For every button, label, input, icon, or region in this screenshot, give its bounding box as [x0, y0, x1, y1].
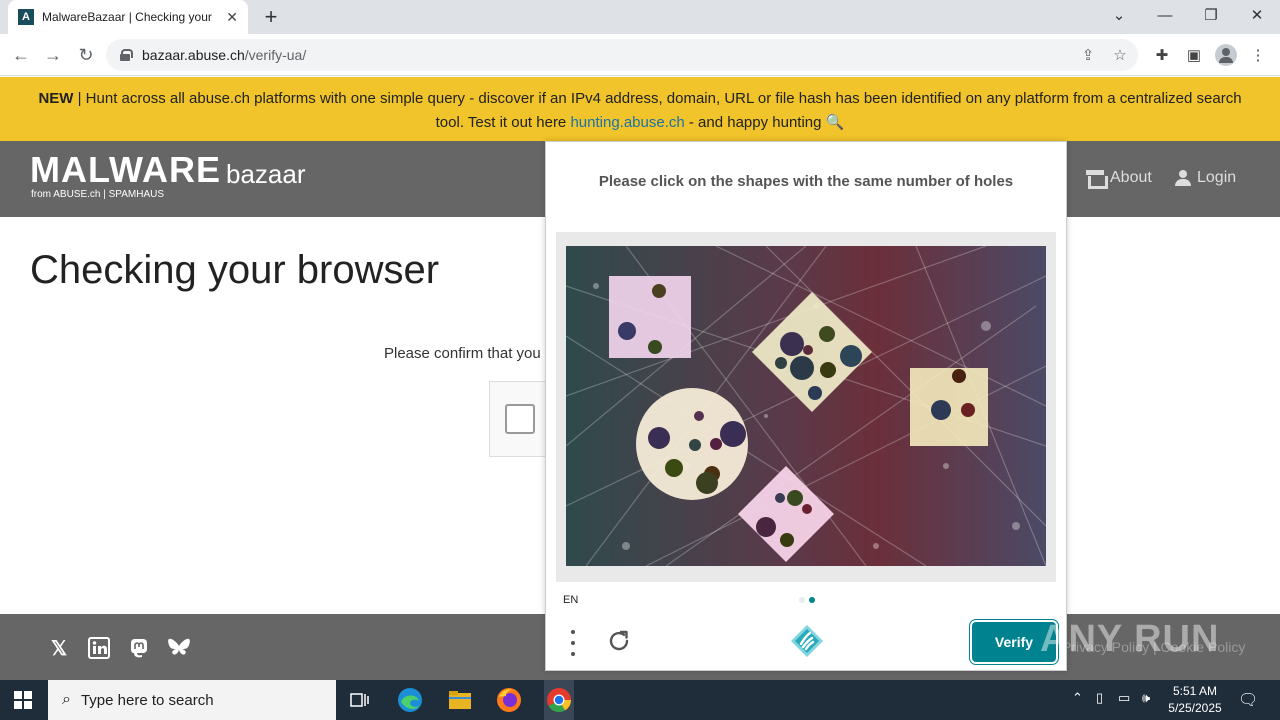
chrome-menu-icon[interactable]: ⋮ [1247, 44, 1269, 66]
edge-browser-icon[interactable] [396, 686, 424, 714]
captcha-refresh-icon[interactable] [606, 628, 632, 654]
side-panel-icon[interactable]: ▣ [1183, 44, 1205, 66]
taskbar-search-placeholder: Type here to search [80, 691, 214, 709]
url-path: /verify-ua/ [244, 47, 307, 63]
captcha-challenge-image[interactable] [566, 246, 1046, 566]
captcha-image-frame [556, 232, 1056, 582]
tab-title: MalwareBazaar | Checking your browser [42, 10, 212, 24]
new-tab-button[interactable]: + [258, 4, 284, 30]
bookmark-star-icon[interactable]: ☆ [1110, 45, 1130, 65]
logo-malware[interactable]: MALWARE [30, 149, 221, 191]
profile-avatar-icon[interactable] [1215, 44, 1237, 66]
windows-start-icon[interactable] [14, 691, 32, 709]
back-arrow-icon[interactable]: ← [8, 42, 34, 68]
announcement-banner: NEW | Hunt across all abuse.ch platforms… [0, 77, 1280, 141]
tab-search-icon[interactable]: ⌄ [1096, 0, 1142, 30]
search-icon: ⌕ [62, 691, 71, 708]
notifications-icon[interactable]: 🗨 [1238, 690, 1258, 710]
progress-dot-2 [809, 597, 815, 603]
tab-strip: A MalwareBazaar | Checking your browser … [0, 0, 1280, 34]
tab-close-icon[interactable]: ✕ [226, 9, 238, 26]
clock-date: 5/25/2025 [1168, 701, 1222, 715]
linkedin-icon[interactable] [87, 636, 111, 660]
restore-button[interactable]: ❐ [1188, 0, 1234, 30]
share-icon[interactable]: ⇪ [1078, 45, 1098, 65]
x-twitter-icon[interactable]: 𝕏 [47, 636, 71, 660]
malwarebazaar-favicon-icon: A [18, 9, 34, 25]
taskbar-search[interactable]: ⌕ Type here to search [48, 680, 336, 720]
tray-device-icon[interactable]: ▯ [1096, 690, 1103, 706]
nav-about-label: About [1110, 169, 1152, 186]
user-icon [1175, 170, 1191, 186]
bluesky-butterfly-icon[interactable] [167, 636, 191, 660]
chrome-taskbar-icon[interactable] [544, 680, 574, 720]
task-view-icon[interactable] [346, 686, 374, 714]
url-host: bazaar.abuse.ch [142, 47, 245, 63]
windows-taskbar: ⌕ Type here to search ⌃ ▯ ▭ 🕪 5:51 AM 5/… [0, 680, 1280, 720]
hcaptcha-logo-icon[interactable] [790, 624, 824, 658]
captcha-prompt: Please click on the shapes with the same… [598, 173, 1014, 190]
volume-icon[interactable]: 🕪 [1142, 690, 1150, 706]
close-window-button[interactable]: ✕ [1234, 0, 1280, 30]
nav-login[interactable]: Login [1175, 169, 1236, 187]
extensions-puzzle-icon[interactable]: ✚ [1151, 44, 1173, 66]
language-selector[interactable]: EN [563, 594, 578, 606]
network-icon[interactable]: ▭ [1118, 690, 1130, 706]
banner-text-end: - and happy hunting 🔍 [684, 114, 845, 131]
clock-time: 5:51 AM [1172, 684, 1218, 698]
minimize-button[interactable]: — [1142, 0, 1188, 30]
page-title: Checking your browser [30, 248, 440, 292]
taskbar-clock[interactable]: 5:51 AM 5/25/2025 [1166, 683, 1224, 717]
nav-login-label: Login [1197, 169, 1237, 186]
institution-icon [1086, 170, 1108, 189]
progress-dot-1 [799, 597, 805, 603]
logo-bazaar[interactable]: bazaar [226, 159, 306, 190]
file-explorer-icon[interactable] [446, 686, 474, 714]
banner-new-label: NEW [38, 90, 74, 107]
address-bar[interactable]: bazaar.abuse.ch/verify-ua/ ⇪ ☆ [106, 39, 1138, 71]
hcaptcha-challenge: Please click on the shapes with the same… [545, 141, 1067, 671]
captcha-menu-icon[interactable] [566, 630, 580, 656]
anyrun-watermark: ANY RUN [1040, 618, 1220, 660]
browser-toolbar: ← → ↻ bazaar.abuse.ch/verify-ua/ ⇪ ☆ ✚ ▣… [0, 34, 1280, 76]
mastodon-icon[interactable] [127, 636, 151, 660]
lock-icon[interactable] [120, 49, 133, 61]
nav-about[interactable]: About [1086, 169, 1152, 189]
logo-from-abuse-spamhaus: from ABUSE.ch | SPAMHAUS [31, 189, 165, 200]
reload-icon[interactable]: ↻ [73, 42, 99, 68]
firefox-icon[interactable] [495, 686, 523, 714]
forward-arrow-icon[interactable]: → [40, 42, 66, 68]
hunting-link[interactable]: hunting.abuse.ch [570, 114, 684, 131]
human-checkbox[interactable] [505, 404, 535, 434]
browser-tab[interactable]: A MalwareBazaar | Checking your browser … [8, 0, 248, 34]
tray-chevron-icon[interactable]: ⌃ [1072, 690, 1083, 706]
confirm-text: Please confirm that you are human [384, 345, 546, 362]
